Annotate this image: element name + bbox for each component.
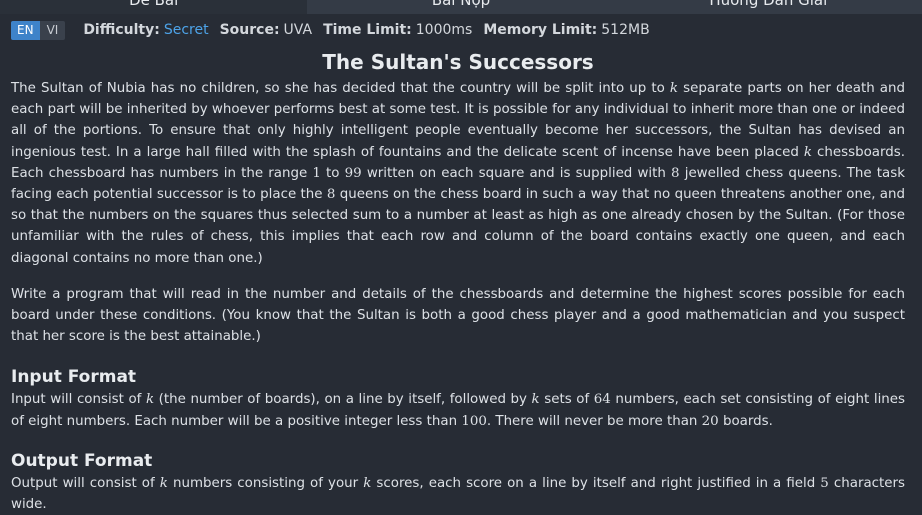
memory-limit-label: Memory Limit: (483, 22, 598, 38)
problem-tabs: Đề Bài Bài Nộp Hướng Dẫn Giải (0, 0, 922, 14)
output-format-heading: Output Format (11, 450, 153, 471)
tab-problem[interactable]: Đề Bài (0, 0, 308, 14)
problem-statement: The Sultan's Successors The Sultan of Nu… (11, 46, 905, 515)
tab-solution-guide[interactable]: Hướng Dẫn Giải (614, 0, 922, 14)
memory-limit-value: 512MB (601, 22, 650, 38)
lang-en-button[interactable]: EN (11, 20, 40, 40)
tab-solution-guide-label: Hướng Dẫn Giải (709, 0, 828, 9)
difficulty-label: Difficulty: (83, 22, 160, 38)
time-limit-label: Time Limit: (323, 22, 412, 38)
input-format-text: Input will consist of k (the number of b… (11, 392, 906, 429)
difficulty-value: Secret (163, 22, 209, 38)
problem-title: The Sultan's Successors (322, 50, 594, 74)
source-label: Source: (219, 22, 280, 38)
tab-submissions-label: Bài Nộp (431, 0, 491, 9)
output-format-text: Output will consist of k numbers consist… (11, 475, 905, 513)
tab-submissions[interactable]: Bài Nộp (307, 0, 615, 14)
task-paragraph: Write a program that will read in the nu… (11, 286, 905, 345)
language-switch: EN VI (11, 20, 66, 40)
time-limit-value: 1000ms (415, 22, 473, 38)
input-format-heading: Input Format (11, 367, 137, 388)
problem-meta: EN VI Difficulty: Secret Source: UVA Tim… (11, 20, 661, 40)
source-value: UVA (283, 22, 313, 38)
statement-paragraph: The Sultan of Nubia has no children, so … (11, 81, 905, 266)
tab-problem-label: Đề Bài (129, 0, 179, 9)
lang-vi-button[interactable]: VI (39, 20, 66, 40)
